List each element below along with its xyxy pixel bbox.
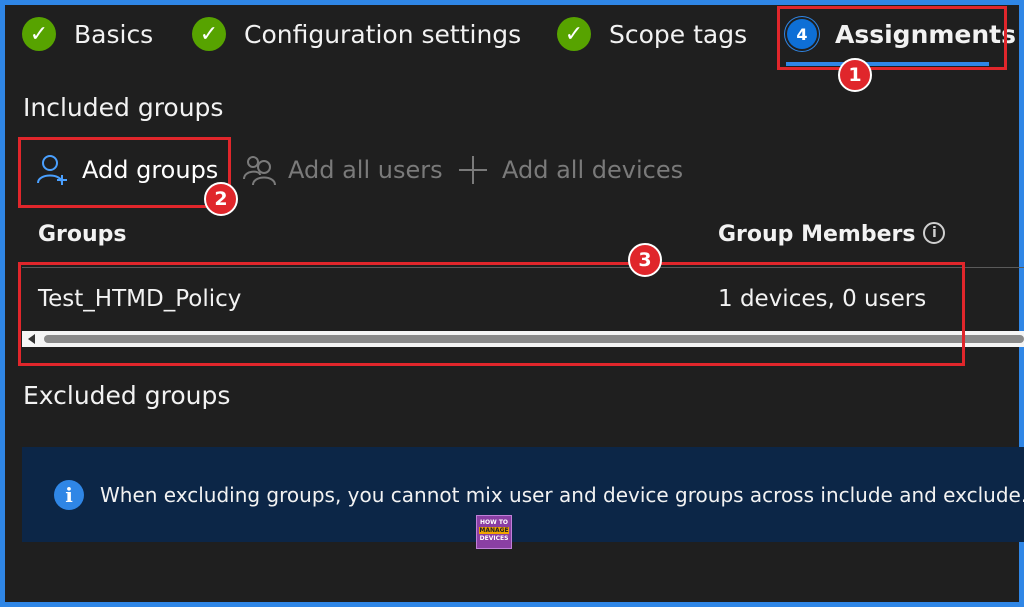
logo-text: MANAGE <box>479 527 509 534</box>
add-all-users-button[interactable]: Add all users <box>242 148 443 192</box>
info-banner: i When excluding groups, you cannot mix … <box>22 447 1024 542</box>
step-label: Configuration settings <box>244 19 522 49</box>
step-scope-tags[interactable]: ✓ Scope tags <box>557 14 747 54</box>
annotation-box-table <box>18 262 965 366</box>
add-all-users-label: Add all users <box>288 156 443 184</box>
annotation-box-assignments <box>777 6 1007 70</box>
check-icon: ✓ <box>22 17 56 51</box>
excluded-groups-title: Excluded groups <box>23 381 231 410</box>
info-icon: i <box>54 480 84 510</box>
annotation-callout-3: 3 <box>628 243 662 277</box>
check-icon: ✓ <box>192 17 226 51</box>
annotation-callout-2: 2 <box>204 182 238 216</box>
logo-text: HOW TO <box>479 519 509 526</box>
info-icon[interactable]: i <box>923 222 946 244</box>
add-all-devices-button[interactable]: Add all devices <box>456 148 683 192</box>
included-groups-title: Included groups <box>23 93 224 122</box>
people-icon <box>243 156 276 186</box>
watermark-logo: HOW TO MANAGE DEVICES <box>476 515 512 549</box>
plus-icon <box>459 156 487 184</box>
step-label: Scope tags <box>609 19 748 49</box>
step-basics[interactable]: ✓ Basics <box>22 14 153 54</box>
annotation-callout-1: 1 <box>838 58 872 92</box>
step-configuration-settings[interactable]: ✓ Configuration settings <box>192 14 521 54</box>
info-banner-text: When excluding groups, you cannot mix us… <box>100 483 1024 507</box>
annotation-box-add-groups <box>18 137 231 208</box>
column-header-group-members[interactable]: Group Members i <box>718 222 946 247</box>
add-all-devices-label: Add all devices <box>502 156 684 184</box>
column-header-groups[interactable]: Groups <box>38 222 127 247</box>
column-header-label: Group Members <box>718 222 916 247</box>
logo-text: DEVICES <box>479 535 509 542</box>
step-label: Basics <box>74 19 154 49</box>
check-icon: ✓ <box>557 17 591 51</box>
